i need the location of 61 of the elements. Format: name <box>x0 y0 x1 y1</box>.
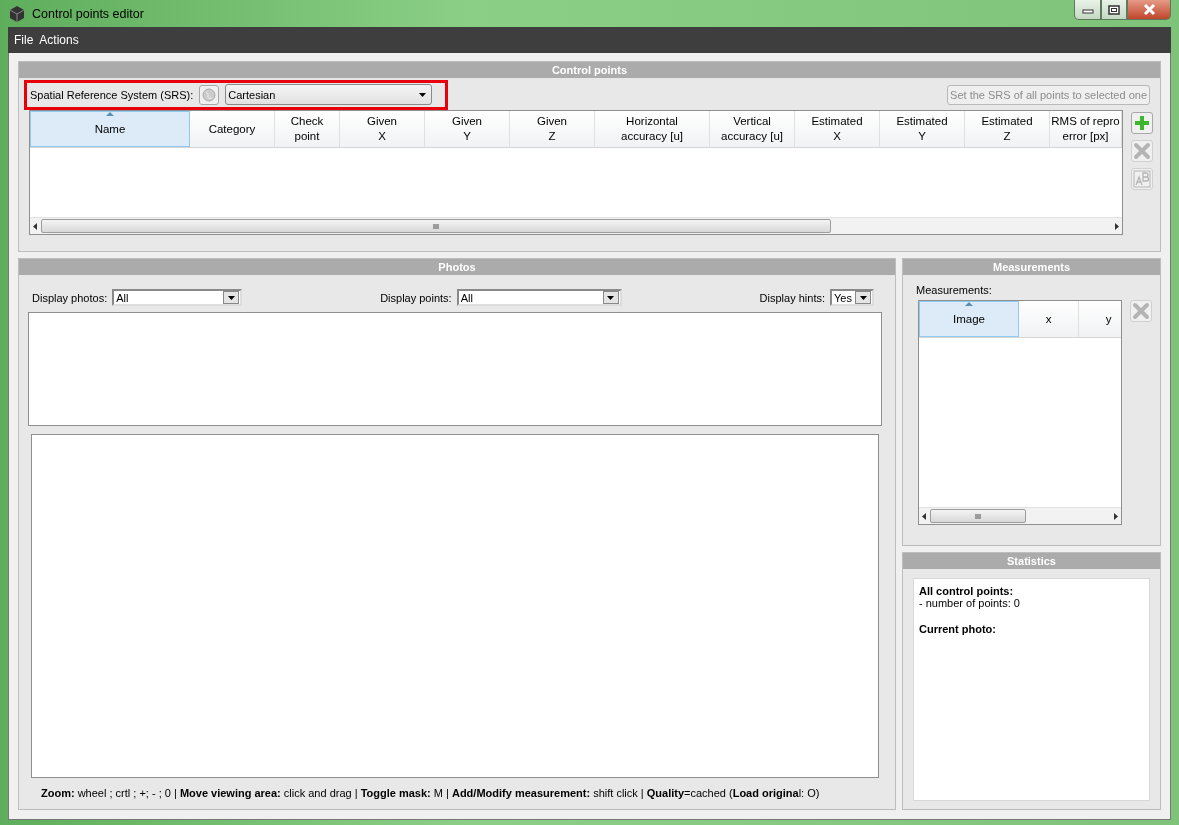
filter-dropdown[interactable]: Yes <box>830 289 874 306</box>
column-header[interactable]: Estimated X <box>795 111 880 147</box>
column-header[interactable]: RMS of repro error [px] <box>1050 111 1122 147</box>
column-header[interactable]: Check point <box>275 111 340 147</box>
column-header[interactable]: Given Y <box>425 111 510 147</box>
scroll-left-icon <box>922 512 926 520</box>
statistics-heading: All control points: <box>919 585 1015 597</box>
scroll-left-icon <box>33 222 37 230</box>
panel-title: Statistics <box>903 553 1160 569</box>
column-header[interactable]: x <box>1019 301 1079 337</box>
close-icon <box>1142 3 1156 16</box>
column-header[interactable]: Vertical accuracy [u] <box>710 111 795 147</box>
cube-icon <box>8 4 26 23</box>
window-title: Control points editor <box>32 6 144 21</box>
dropdown-arrow-icon <box>858 294 868 301</box>
panel-title: Control points <box>19 62 1160 78</box>
statistics-heading: Current photo: <box>919 623 997 635</box>
dropdown-arrow-icon <box>606 294 616 301</box>
letters-icon <box>1133 170 1151 188</box>
help-text: Zoom: wheel ; crtl ; +; - ; 0 | Move viewing area: click and drag | Toggle mask: M | Add/Modify measurement: shift click | Quality=cached (Load original: O) <box>40 786 821 801</box>
menu-item[interactable]: File <box>11 33 37 47</box>
column-header[interactable]: Name <box>30 111 190 147</box>
panel-title: Measurements <box>903 259 1160 275</box>
dropdown-arrow-icon <box>418 91 428 98</box>
sort-arrow-icon <box>965 302 973 306</box>
measurements-label: Measurements: <box>915 283 993 298</box>
plus-icon <box>1133 114 1151 132</box>
sort-arrow-icon <box>106 112 114 116</box>
grip-icon <box>433 223 439 229</box>
close-button[interactable] <box>1127 0 1171 20</box>
cross-icon <box>1133 142 1151 160</box>
maximize-button[interactable] <box>1101 0 1127 20</box>
column-header[interactable]: Given Z <box>510 111 595 147</box>
add-button[interactable] <box>1131 112 1153 134</box>
grip-icon <box>975 513 981 519</box>
srs-label: Spatial Reference System (SRS): <box>30 88 194 101</box>
column-header[interactable]: Given X <box>340 111 425 147</box>
column-header[interactable]: Horizontal accuracy [u] <box>595 111 710 147</box>
globe-button[interactable] <box>199 84 220 105</box>
globe-icon <box>202 87 217 102</box>
cross-icon <box>1132 302 1150 320</box>
filter-dropdown[interactable]: All <box>456 289 622 306</box>
filter-dropdown[interactable]: All <box>112 289 243 306</box>
scroll-right-icon <box>1115 222 1119 230</box>
scroll-right-icon <box>1114 512 1118 520</box>
maximize-icon <box>1108 4 1120 15</box>
panel-title: Photos <box>19 259 895 275</box>
statistics-line: - number of points: 0 <box>919 597 1021 609</box>
column-header[interactable]: Image <box>919 301 1019 337</box>
filter-label: Display hints: <box>759 291 825 304</box>
minimize-button[interactable] <box>1074 0 1101 20</box>
filter-label: Display points: <box>380 291 452 304</box>
horizontal-scrollbar[interactable] <box>30 217 1122 234</box>
column-header[interactable]: Category <box>190 111 275 147</box>
column-header[interactable]: Estimated Y <box>880 111 965 147</box>
srs-dropdown[interactable]: Cartesian <box>225 84 433 105</box>
column-header[interactable]: Estimated Z <box>965 111 1050 147</box>
filter-label: Display photos: <box>32 291 108 304</box>
menu-item[interactable]: Actions <box>36 33 82 47</box>
dropdown-arrow-icon <box>226 294 236 301</box>
horizontal-scrollbar[interactable] <box>919 507 1121 524</box>
